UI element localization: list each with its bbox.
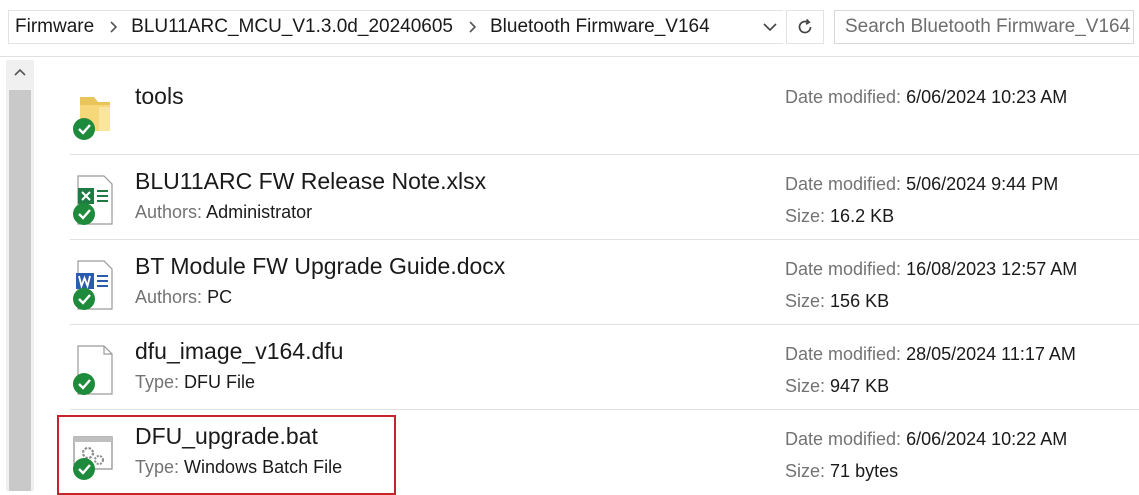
file-name: BT Module FW Upgrade Guide.docx (135, 253, 506, 279)
address-toolbar: Firmware BLU11ARC_MCU_V1.3.0d_20240605 B… (0, 0, 1139, 57)
date-modified: Date modified: 28/05/2024 11:17 AM (785, 344, 1076, 364)
file-size: Size: 71 bytes (785, 461, 899, 481)
file-type: Type: DFU File (135, 372, 256, 392)
excel-file-icon (70, 174, 116, 226)
scroll-up-button[interactable] (10, 64, 30, 80)
row-divider (70, 154, 1139, 155)
crumb-bluetooth-firmware[interactable]: Bluetooth Firmware_V164 (490, 16, 710, 38)
file-name: tools (135, 83, 184, 109)
file-size: Size: 16.2 KB (785, 206, 895, 226)
highlight-box (57, 415, 396, 495)
crumb-mcu-version[interactable]: BLU11ARC_MCU_V1.3.0d_20240605 (131, 16, 453, 38)
chevron-right-icon[interactable] (468, 20, 477, 34)
refresh-button[interactable] (786, 10, 824, 44)
file-name: dfu_image_v164.dfu (135, 338, 344, 364)
file-row-upgrade-guide[interactable]: BT Module FW Upgrade Guide.docx Authors:… (70, 241, 1139, 325)
file-size: Size: 947 KB (785, 376, 890, 396)
breadcrumb[interactable]: Firmware BLU11ARC_MCU_V1.3.0d_20240605 B… (8, 10, 783, 44)
vertical-scrollbar[interactable] (6, 60, 34, 491)
file-authors: Authors: PC (135, 287, 233, 307)
chevron-down-icon (763, 22, 777, 31)
file-row-dfu-image[interactable]: dfu_image_v164.dfu Type: DFU File Date m… (70, 326, 1139, 410)
date-modified: Date modified: 16/08/2023 12:57 AM (785, 259, 1078, 279)
row-divider (70, 409, 1139, 410)
refresh-icon (798, 18, 812, 34)
file-row-release-note[interactable]: BLU11ARC FW Release Note.xlsx Authors: A… (70, 156, 1139, 240)
crumb-firmware[interactable]: Firmware (15, 16, 94, 38)
date-modified: Date modified: 6/06/2024 10:22 AM (785, 429, 1068, 449)
chevron-up-icon (14, 68, 26, 76)
chevron-right-icon[interactable] (109, 20, 118, 34)
folder-icon (70, 89, 116, 141)
sync-ok-icon (73, 118, 95, 140)
date-modified: Date modified: 6/06/2024 10:23 AM (785, 87, 1068, 107)
file-name: BLU11ARC FW Release Note.xlsx (135, 168, 487, 194)
generic-file-icon (70, 344, 116, 396)
file-authors: Authors: Administrator (135, 202, 313, 222)
row-divider (70, 239, 1139, 240)
search-input[interactable]: Search Bluetooth Firmware_V164 (834, 10, 1134, 44)
scroll-thumb[interactable] (9, 90, 31, 491)
date-modified: Date modified: 5/06/2024 9:44 PM (785, 174, 1059, 194)
file-size: Size: 156 KB (785, 291, 890, 311)
row-divider (70, 324, 1139, 325)
file-row-tools[interactable]: tools Date modified: 6/06/2024 10:23 AM (70, 71, 1139, 155)
word-file-icon (70, 259, 116, 311)
history-dropdown-button[interactable] (758, 16, 782, 38)
